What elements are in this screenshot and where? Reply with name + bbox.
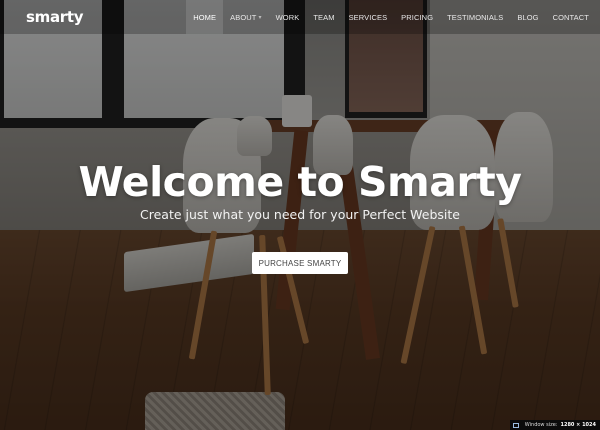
nav-item-services[interactable]: SERVICES <box>342 0 395 34</box>
chevron-down-icon: ▾ <box>258 14 262 21</box>
nav-menu: HOME ABOUT ▾ WORK TEAM SERVICES PRICING T… <box>186 0 596 34</box>
nav-item-pricing[interactable]: PRICING <box>394 0 440 34</box>
hero-title: Welcome to Smarty <box>78 158 522 206</box>
nav-item-work[interactable]: WORK <box>269 0 307 34</box>
window-icon <box>513 422 519 428</box>
nav-item-testimonials[interactable]: TESTIMONIALS <box>440 0 510 34</box>
nav-item-contact[interactable]: CONTACT <box>546 0 596 34</box>
brand-logo[interactable]: smarty <box>26 8 84 26</box>
nav-item-about[interactable]: ABOUT ▾ <box>223 0 268 34</box>
window-size-label: Window size: <box>524 422 558 428</box>
purchase-button[interactable]: PURCHASE SMARTY <box>252 252 348 274</box>
nav-item-team[interactable]: TEAM <box>306 0 341 34</box>
window-size-value: 1280 × 1024 <box>560 422 596 428</box>
nav-item-blog[interactable]: BLOG <box>510 0 545 34</box>
navbar: smarty HOME ABOUT ▾ WORK TEAM SERVICES PR… <box>0 0 600 34</box>
hero-subtitle: Create just what you need for your Perfe… <box>140 207 460 222</box>
nav-item-home[interactable]: HOME <box>186 0 224 34</box>
window-size-badge: Window size: 1280 × 1024 <box>510 420 600 430</box>
